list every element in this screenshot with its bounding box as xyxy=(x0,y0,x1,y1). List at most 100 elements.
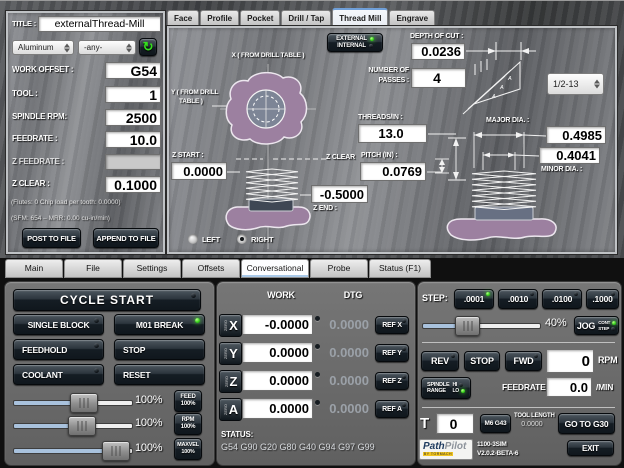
left-label: LEFT xyxy=(202,235,220,244)
step-0100-button[interactable]: .0100 xyxy=(542,289,582,309)
a-dot-led xyxy=(315,400,320,405)
pitch-field[interactable]: 0.0769 xyxy=(360,162,426,181)
ref-x-button[interactable]: REF X xyxy=(375,316,409,334)
nav-tab-status[interactable]: Status (F1) xyxy=(369,259,431,278)
spindle-feedrate-display[interactable]: 0.0 xyxy=(546,377,592,397)
step-1000-button[interactable]: .1000 xyxy=(586,289,619,309)
z-clear-field[interactable]: 0.1000 xyxy=(105,176,161,193)
work-x-field[interactable]: -0.0000 xyxy=(242,314,313,335)
stop-button[interactable]: STOP xyxy=(114,339,205,360)
m01-break-button[interactable]: M01 BREAK xyxy=(114,314,205,335)
ref-y-button[interactable]: REF Y xyxy=(375,344,409,362)
zero-z-text: ZERO xyxy=(224,376,229,387)
threads-per-inch-field[interactable]: 13.0 xyxy=(358,124,427,143)
material-select-value: Aluminum xyxy=(18,43,54,52)
rpm-100-label2: 100% xyxy=(181,424,196,431)
external-internal-toggle[interactable]: EXTERNAL INTERNAL xyxy=(327,33,383,52)
thread-size-select[interactable]: 1/2-13 xyxy=(547,73,604,95)
tool-length-label: TOOL LENGTH xyxy=(514,413,555,419)
maxvel-override-value: 100% xyxy=(135,442,162,454)
work-z-field[interactable]: 0.0000 xyxy=(242,370,313,391)
rpm-override-slider-thumb[interactable] xyxy=(68,416,96,436)
material-select[interactable]: Aluminum xyxy=(12,40,74,55)
work-offset-field[interactable]: G54 xyxy=(105,62,161,79)
work-y-field[interactable]: 0.0000 xyxy=(242,342,313,363)
active-tool-field[interactable]: 0 xyxy=(436,413,474,434)
spindle-range-labels: SPINDLE RANGE xyxy=(427,382,449,394)
goto-g30-button[interactable]: GO TO G30 xyxy=(558,413,615,434)
zero-z-button[interactable]: ZERO Z xyxy=(219,370,242,393)
tool-filter-value: -any- xyxy=(84,43,102,52)
spindle-fwd-button[interactable]: FWD xyxy=(505,351,542,371)
nav-tab-settings[interactable]: Settings xyxy=(123,259,181,278)
work-a-field[interactable]: 0.0000 xyxy=(242,398,313,419)
tool-field[interactable]: 1 xyxy=(105,86,161,103)
tool-filter-select[interactable]: -any- xyxy=(78,40,136,55)
direction-right-option[interactable]: RIGHT xyxy=(237,234,273,244)
m6-g43-button[interactable]: M6 G43 xyxy=(480,414,511,433)
cycle-start-button[interactable]: CYCLE START xyxy=(13,289,201,311)
ref-z-button[interactable]: REF Z xyxy=(375,372,409,390)
maxvel-100-button[interactable]: MAXVEL 100% xyxy=(174,438,202,460)
spindle-rev-button[interactable]: REV xyxy=(421,351,459,371)
feedhold-button[interactable]: FEEDHOLD xyxy=(13,339,104,360)
spindle-rpm-display[interactable]: 0 xyxy=(546,349,594,373)
nav-tab-probe[interactable]: Probe xyxy=(310,259,368,278)
nav-tab-file[interactable]: File xyxy=(64,259,122,278)
exit-button[interactable]: EXIT xyxy=(567,440,614,456)
title-input[interactable]: externalThread-Mill xyxy=(38,16,161,32)
step-1000-label: .1000 xyxy=(592,294,612,304)
spindle-rpm-field[interactable]: 2500 xyxy=(105,109,161,126)
spindle-stop-button[interactable]: STOP xyxy=(464,351,500,371)
thread-size-value: 1/2-13 xyxy=(553,79,579,89)
right-radio[interactable] xyxy=(237,234,247,244)
major-dia-field[interactable]: 0.4985 xyxy=(546,126,606,144)
nav-tab-offsets[interactable]: Offsets xyxy=(182,259,240,278)
external-label: EXTERNAL xyxy=(336,36,367,43)
refresh-icon[interactable]: ↻ xyxy=(139,38,157,56)
z-start-field[interactable]: 0.0000 xyxy=(171,162,227,180)
pass-annotation: A xyxy=(507,76,512,82)
direction-left-option[interactable]: LEFT xyxy=(188,234,220,244)
feedrate-field[interactable]: 10.0 xyxy=(105,131,161,148)
tool-label: TOOL : xyxy=(12,89,38,98)
post-to-file-button[interactable]: POST TO FILE xyxy=(22,228,81,248)
flutes-note: (Flutes: 0 Chip load per tooth: 0.0000) xyxy=(11,199,120,206)
work-offset-label: WORK OFFSET : xyxy=(12,65,73,74)
y-dot-led xyxy=(315,344,320,349)
minor-dia-field[interactable]: 0.4041 xyxy=(539,147,600,164)
feed-100-button[interactable]: FEED 100% xyxy=(174,390,202,412)
tab-thread-mill[interactable]: Thread Mill xyxy=(332,8,388,28)
depth-of-cut-field[interactable]: 0.0236 xyxy=(411,43,465,60)
coolant-button[interactable]: COOLANT xyxy=(13,364,104,385)
z-end-field[interactable]: -0.5000 xyxy=(311,185,368,203)
main-nav-tabs: MainFileSettingsOffsetsConversationalPro… xyxy=(5,258,432,277)
zero-y-button[interactable]: ZERO Y xyxy=(219,342,242,365)
zero-x-button[interactable]: ZERO X xyxy=(219,314,242,337)
reset-button[interactable]: RESET xyxy=(114,364,205,385)
dro-panel: WORK DTG ZERO X -0.0000 0.0000 REF X ZER… xyxy=(216,281,416,466)
z-dot-led xyxy=(315,372,320,377)
step-0001-button[interactable]: .0001 xyxy=(454,289,494,309)
nav-tab-conversational[interactable]: Conversational xyxy=(241,259,309,278)
spindle-rpm-label: SPINDLE RPM: xyxy=(12,112,67,121)
jog-override-slider[interactable] xyxy=(422,323,541,329)
single-block-button[interactable]: SINGLE BLOCK xyxy=(13,314,104,335)
number-of-passes-field[interactable]: 4 xyxy=(411,68,466,88)
nav-tab-main[interactable]: Main xyxy=(5,259,63,278)
left-radio[interactable] xyxy=(188,234,198,244)
axis-z-letter: Z xyxy=(230,374,238,389)
internal-row: INTERNAL xyxy=(337,43,373,50)
single-block-led xyxy=(94,318,99,323)
append-to-file-button[interactable]: APPEND TO FILE xyxy=(93,228,159,248)
step-0010-button[interactable]: .0010 xyxy=(498,289,538,309)
zero-a-button[interactable]: ZERO A xyxy=(219,398,242,421)
z-clear-label: Z CLEAR : xyxy=(12,179,50,188)
spindle-range-button[interactable]: SPINDLE RANGE HI LO xyxy=(421,377,471,399)
rpm-100-button[interactable]: RPM 100% xyxy=(174,413,202,435)
ref-a-button[interactable]: REF A xyxy=(375,400,409,418)
jog-mode-button[interactable]: JOG CONT STEP xyxy=(574,316,619,335)
maxvel-override-slider-thumb[interactable] xyxy=(102,441,130,461)
jog-override-slider-thumb[interactable] xyxy=(455,316,480,336)
feed-override-slider-thumb[interactable] xyxy=(70,393,98,413)
